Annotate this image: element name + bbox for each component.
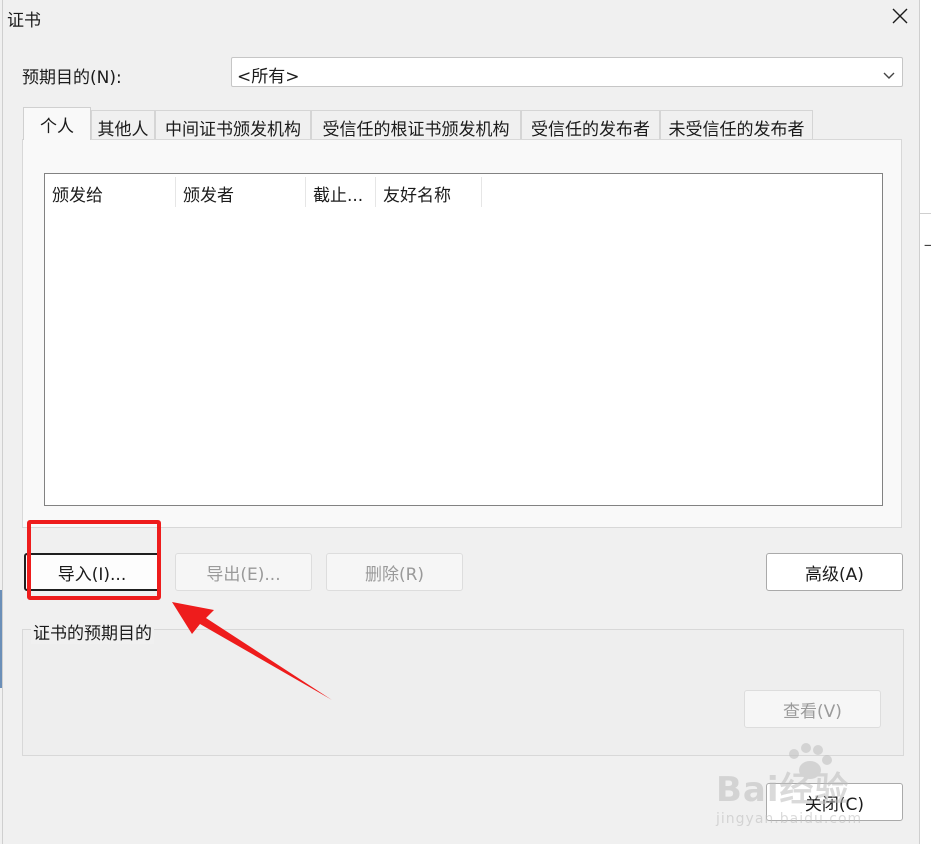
remove-button[interactable]: 删除(R) bbox=[326, 553, 463, 591]
annotation-highlight-box bbox=[27, 520, 161, 600]
tab-intermediate-ca[interactable]: 中间证书颁发机构 bbox=[155, 110, 311, 140]
column-header-issued-by[interactable]: 颁发者 bbox=[176, 177, 306, 207]
tab-trusted-root-ca[interactable]: 受信任的根证书颁发机构 bbox=[311, 110, 521, 140]
certificate-list[interactable]: 颁发给 颁发者 截止... 友好名称 bbox=[44, 173, 883, 506]
purpose-dropdown[interactable]: <所有> bbox=[231, 57, 903, 87]
window-title: 证书 bbox=[7, 11, 41, 31]
certificate-purposes-label: 证书的预期目的 bbox=[31, 619, 154, 644]
advanced-button[interactable]: 高级(A) bbox=[766, 553, 903, 591]
annotation-arrow bbox=[172, 602, 332, 700]
paw-icon bbox=[789, 743, 832, 779]
view-button[interactable]: 查看(V) bbox=[744, 690, 881, 728]
tab-trusted-publishers[interactable]: 受信任的发布者 bbox=[521, 110, 660, 140]
column-header-friendly-name[interactable]: 友好名称 bbox=[376, 177, 482, 207]
background-glyph: 一 bbox=[924, 236, 931, 256]
export-button[interactable]: 导出(E)... bbox=[175, 553, 312, 591]
tab-personal[interactable]: 个人 bbox=[23, 107, 91, 140]
column-header-issued-to[interactable]: 颁发给 bbox=[45, 177, 176, 207]
chevron-down-icon bbox=[882, 66, 896, 86]
watermark-url: jingyan.baidu.com bbox=[716, 811, 863, 827]
column-header-expiration[interactable]: 截止... bbox=[306, 177, 376, 207]
purpose-label: 预期目的(N): bbox=[22, 68, 122, 88]
close-icon[interactable] bbox=[880, 0, 920, 32]
tab-untrusted-publishers[interactable]: 未受信任的发布者 bbox=[660, 110, 813, 140]
baidu-watermark: Bai经验 jingyan.baidu.com bbox=[716, 740, 862, 827]
tab-other-people[interactable]: 其他人 bbox=[91, 110, 155, 140]
purpose-selected-value: <所有> bbox=[237, 67, 300, 87]
